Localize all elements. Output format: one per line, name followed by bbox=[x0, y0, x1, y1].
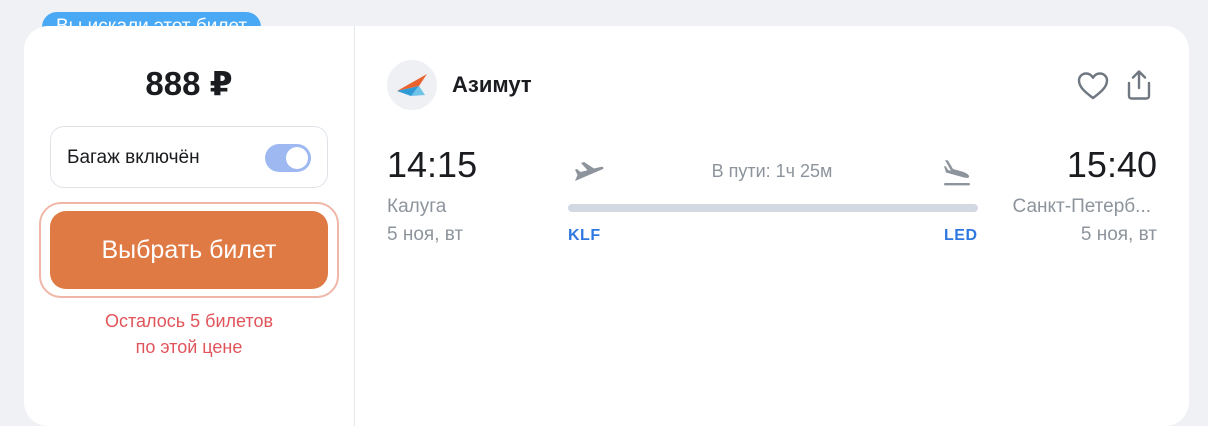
baggage-option[interactable]: Багаж включён bbox=[50, 126, 328, 188]
remaining-tickets-notice: Осталось 5 билетов по этой цене bbox=[24, 308, 354, 360]
azimut-logo bbox=[387, 60, 437, 110]
remaining-line-2: по этой цене bbox=[135, 337, 243, 357]
departure-city: Калуга bbox=[387, 196, 447, 217]
heart-icon[interactable] bbox=[1076, 69, 1110, 103]
toggle-knob bbox=[286, 147, 308, 169]
arrival-time: 15:40 bbox=[1066, 144, 1157, 185]
select-button-focus-ring: Выбрать билет bbox=[39, 202, 339, 298]
departure-airport-code: KLF bbox=[568, 227, 601, 244]
arrival-city: Санкт-Петерб... bbox=[1012, 196, 1151, 217]
arrival-date: 5 ноя, вт bbox=[1080, 224, 1157, 245]
remaining-line-1: Осталось 5 билетов bbox=[104, 311, 274, 331]
airline-name: Азимут bbox=[452, 72, 532, 97]
ticket-price: 888 ₽ bbox=[145, 65, 233, 102]
price-panel: 888 ₽ Багаж включён Выбрать билет Остало… bbox=[24, 26, 355, 426]
ticket-card: 888 ₽ Багаж включён Выбрать билет Остало… bbox=[24, 26, 1189, 426]
share-icon[interactable] bbox=[1122, 68, 1156, 102]
route-line bbox=[568, 204, 978, 212]
baggage-label: Багаж включён bbox=[67, 147, 200, 168]
select-ticket-button[interactable]: Выбрать билет bbox=[50, 211, 328, 289]
departure-time: 14:15 bbox=[387, 144, 478, 185]
flight-duration: В пути: 1ч 25м bbox=[711, 161, 833, 181]
baggage-toggle[interactable] bbox=[265, 144, 311, 172]
departure-date: 5 ноя, вт bbox=[387, 224, 464, 245]
plane-landing-icon bbox=[940, 156, 974, 190]
arrival-airport-code: LED bbox=[944, 227, 978, 244]
